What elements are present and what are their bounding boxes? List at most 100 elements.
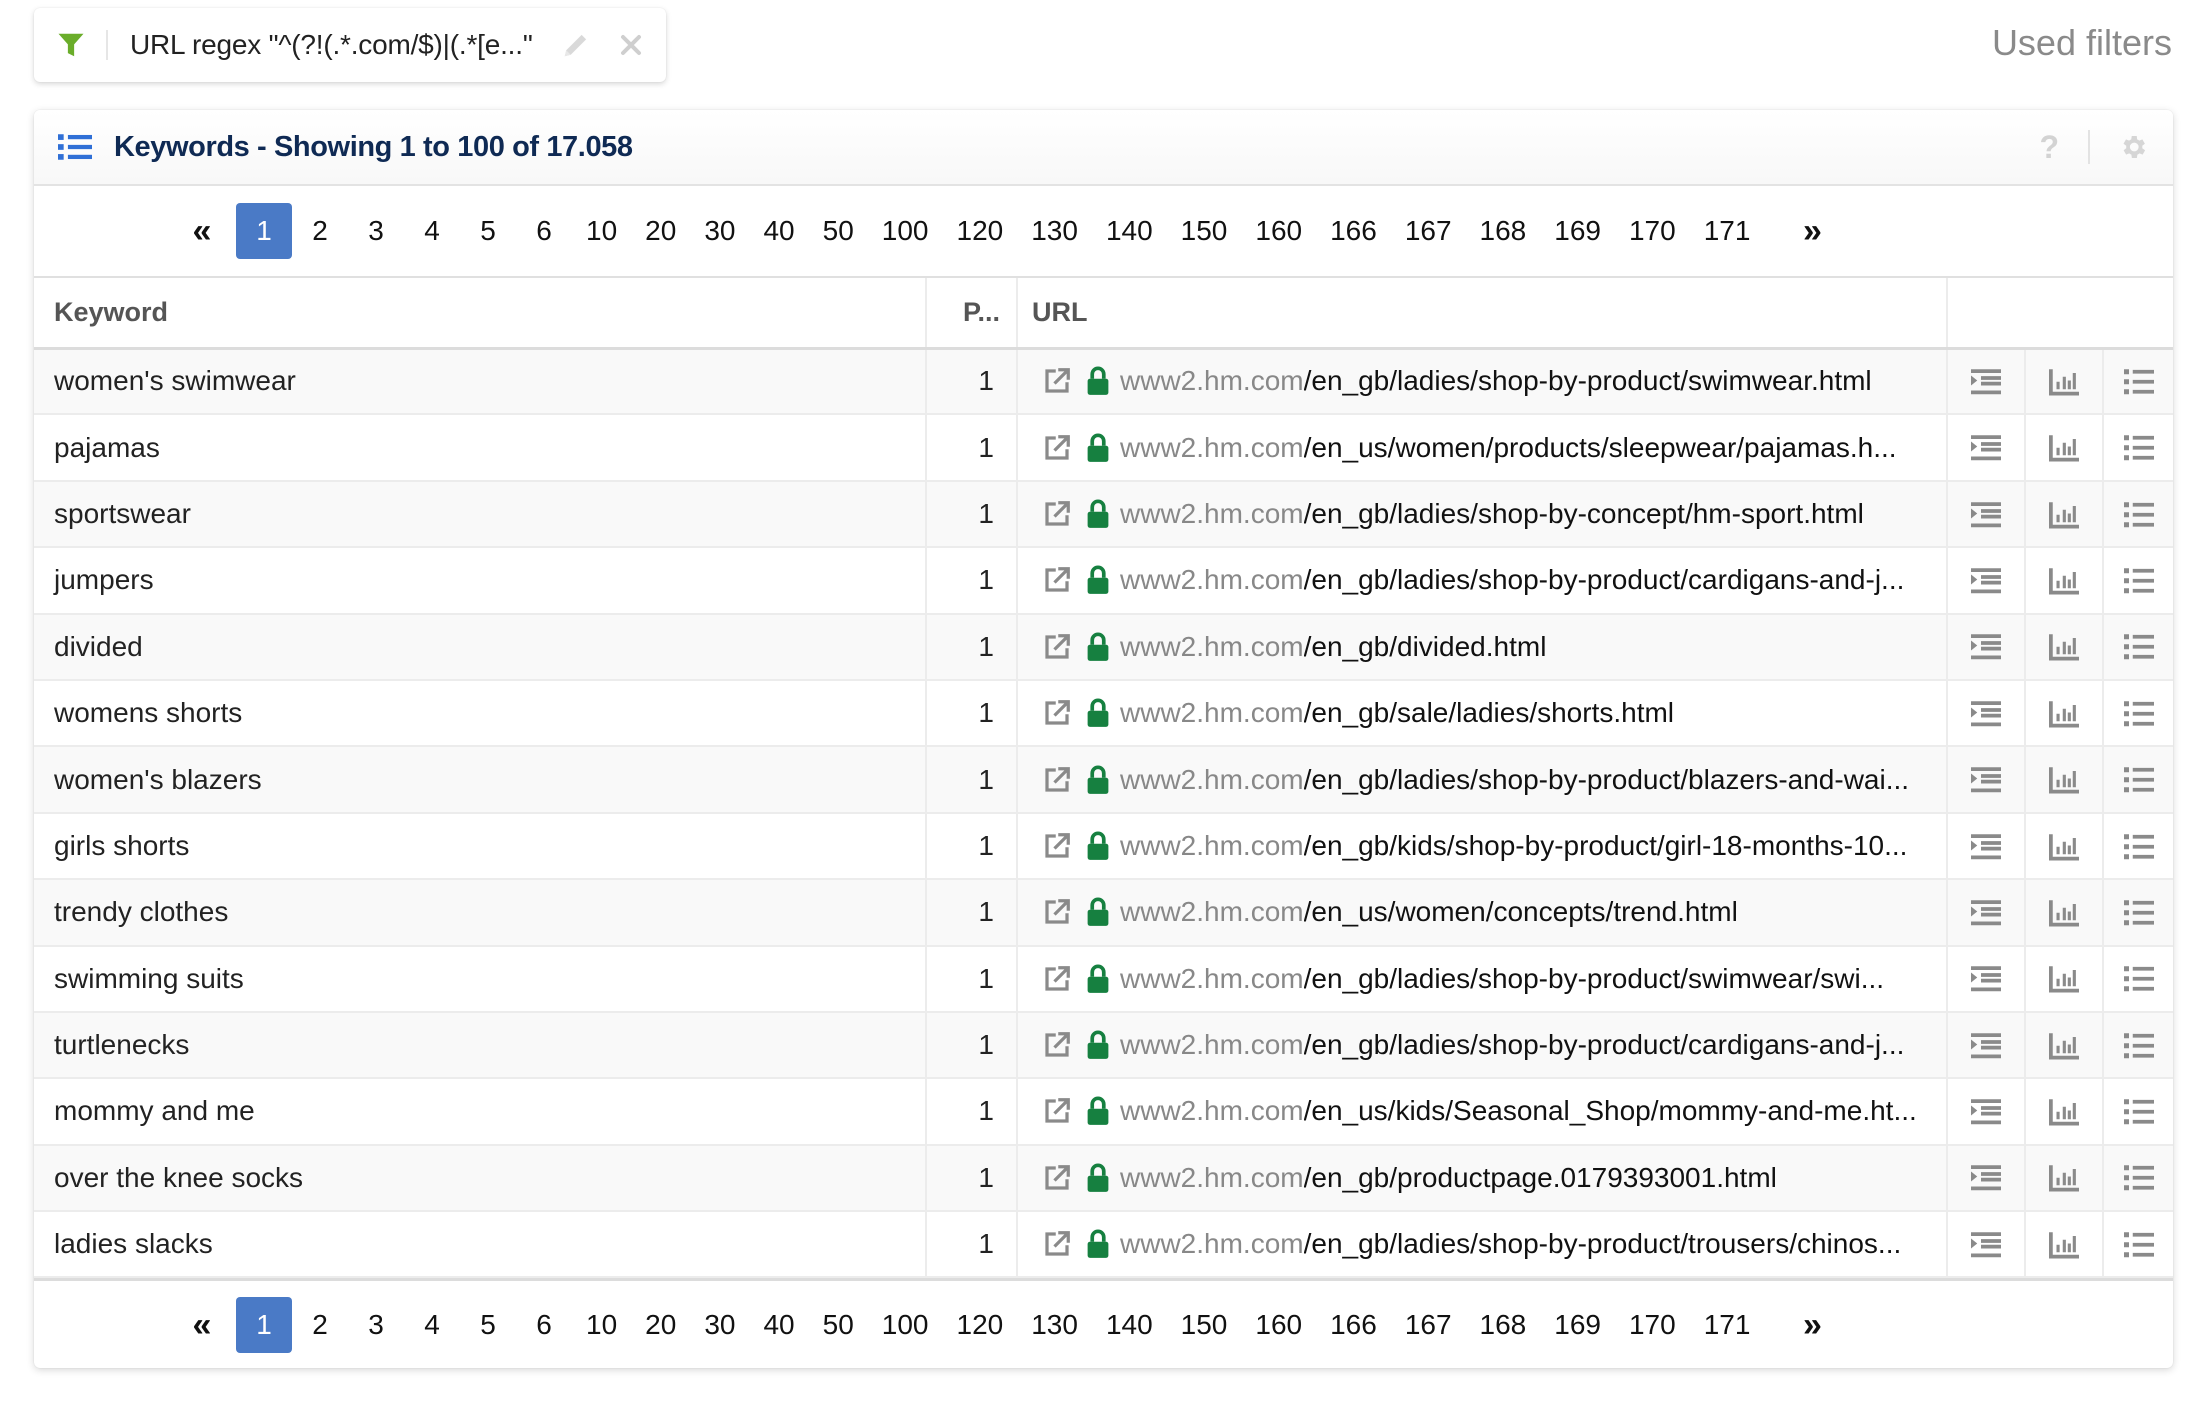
details-action-cell[interactable] bbox=[1947, 879, 2026, 947]
page-button-130[interactable]: 130 bbox=[1017, 1297, 1092, 1353]
external-link-icon[interactable] bbox=[1042, 964, 1072, 994]
url-domain[interactable]: www2.hm.com bbox=[1120, 564, 1304, 596]
list-action-cell[interactable] bbox=[2103, 1011, 2173, 1080]
chart-action-cell[interactable] bbox=[2025, 348, 2104, 416]
url-domain[interactable]: www2.hm.com bbox=[1120, 896, 1304, 928]
list-action-cell[interactable] bbox=[2103, 945, 2173, 1013]
bar-chart-icon[interactable] bbox=[2049, 833, 2079, 862]
list-action-cell[interactable] bbox=[2103, 879, 2173, 947]
url-path[interactable]: /en_us/women/concepts/trend.html bbox=[1304, 896, 1738, 928]
list-icon[interactable] bbox=[2123, 1232, 2154, 1260]
chart-action-cell[interactable] bbox=[2025, 1144, 2104, 1213]
list-icon[interactable] bbox=[2123, 701, 2154, 729]
chart-action-cell[interactable] bbox=[2025, 945, 2104, 1013]
indent-details-icon[interactable] bbox=[1971, 900, 2001, 928]
page-button-20[interactable]: 20 bbox=[631, 203, 690, 259]
bar-chart-icon[interactable] bbox=[2049, 966, 2079, 994]
table-row[interactable]: divided 1 www2.hm.com/en_gb/divided.html bbox=[34, 613, 2173, 681]
list-icon[interactable] bbox=[2123, 568, 2154, 596]
chart-action-cell[interactable] bbox=[2025, 1211, 2104, 1279]
column-header-keyword[interactable]: Keyword bbox=[34, 278, 927, 350]
indent-details-icon[interactable] bbox=[1971, 369, 2001, 397]
details-action-cell[interactable] bbox=[1947, 1211, 2026, 1279]
details-action-cell[interactable] bbox=[1947, 679, 2026, 748]
page-button-130[interactable]: 130 bbox=[1017, 203, 1092, 259]
table-row[interactable]: pajamas 1 www2.hm.com/en_us/women/products… bbox=[34, 414, 2173, 482]
page-button-120[interactable]: 120 bbox=[943, 1297, 1018, 1353]
page-button-100[interactable]: 100 bbox=[868, 203, 943, 259]
list-icon[interactable] bbox=[2123, 900, 2154, 928]
page-button-20[interactable]: 20 bbox=[631, 1297, 690, 1353]
external-link-icon[interactable] bbox=[1042, 366, 1072, 396]
page-button-140[interactable]: 140 bbox=[1092, 203, 1167, 259]
close-icon[interactable] bbox=[619, 33, 643, 57]
page-button-150[interactable]: 150 bbox=[1167, 203, 1242, 259]
external-link-icon[interactable] bbox=[1042, 1030, 1072, 1060]
list-action-cell[interactable] bbox=[2103, 1211, 2173, 1279]
bar-chart-icon[interactable] bbox=[2049, 634, 2079, 662]
table-row[interactable]: turtlenecks 1 www2.hm.com/en_gb/ladies/sho… bbox=[34, 1011, 2173, 1080]
chart-action-cell[interactable] bbox=[2025, 679, 2104, 748]
bar-chart-icon[interactable] bbox=[2049, 1099, 2079, 1127]
help-icon[interactable]: ? bbox=[2039, 129, 2059, 166]
list-action-cell[interactable] bbox=[2103, 613, 2173, 681]
last-page-button[interactable]: » bbox=[1784, 203, 1840, 259]
page-button-167[interactable]: 167 bbox=[1391, 203, 1466, 259]
bar-chart-icon[interactable] bbox=[2049, 1165, 2079, 1193]
bar-chart-icon[interactable] bbox=[2049, 435, 2079, 463]
list-action-cell[interactable] bbox=[2103, 1078, 2173, 1146]
url-path[interactable]: /en_us/kids/Seasonal_Shop/mommy-and-me.h… bbox=[1304, 1095, 1917, 1127]
table-row[interactable]: jumpers 1 www2.hm.com/en_gb/ladies/shop-by… bbox=[34, 547, 2173, 615]
page-button-171[interactable]: 171 bbox=[1690, 1297, 1765, 1353]
url-path[interactable]: /en_gb/sale/ladies/shorts.html bbox=[1304, 697, 1674, 729]
url-domain[interactable]: www2.hm.com bbox=[1120, 1162, 1304, 1194]
external-link-icon[interactable] bbox=[1042, 565, 1072, 595]
details-action-cell[interactable] bbox=[1947, 746, 2026, 814]
column-header-position[interactable]: P... bbox=[926, 278, 1018, 350]
page-button-50[interactable]: 50 bbox=[809, 203, 868, 259]
bar-chart-icon[interactable] bbox=[2049, 701, 2079, 729]
details-action-cell[interactable] bbox=[1947, 812, 2026, 881]
url-domain[interactable]: www2.hm.com bbox=[1120, 764, 1304, 796]
active-filter-chip[interactable]: URL regex "^(?!(.*.com/$)|(.*[e..." bbox=[34, 8, 666, 82]
table-row[interactable]: ladies slacks 1 www2.hm.com/en_gb/ladies/s… bbox=[34, 1211, 2173, 1279]
external-link-icon[interactable] bbox=[1042, 698, 1072, 728]
details-action-cell[interactable] bbox=[1947, 1078, 2026, 1146]
url-domain[interactable]: www2.hm.com bbox=[1120, 830, 1304, 862]
table-row[interactable]: girls shorts 1 www2.hm.com/en_gb/kids/shop… bbox=[34, 812, 2173, 881]
page-button-1[interactable]: 1 bbox=[236, 203, 292, 259]
url-domain[interactable]: www2.hm.com bbox=[1120, 1029, 1304, 1061]
indent-details-icon[interactable] bbox=[1971, 833, 2001, 862]
gear-icon[interactable] bbox=[2118, 132, 2148, 162]
url-path[interactable]: /en_gb/productpage.0179393001.html bbox=[1304, 1162, 1777, 1194]
list-icon[interactable] bbox=[2123, 1032, 2154, 1061]
table-row[interactable]: womens shorts 1 www2.hm.com/en_gb/sale/lad… bbox=[34, 679, 2173, 748]
details-action-cell[interactable] bbox=[1947, 1144, 2026, 1213]
bar-chart-icon[interactable] bbox=[2049, 900, 2079, 928]
page-button-169[interactable]: 169 bbox=[1540, 203, 1615, 259]
chart-action-cell[interactable] bbox=[2025, 812, 2104, 881]
chart-action-cell[interactable] bbox=[2025, 613, 2104, 681]
bar-chart-icon[interactable] bbox=[2049, 1032, 2079, 1061]
page-button-6[interactable]: 6 bbox=[516, 203, 572, 259]
url-domain[interactable]: www2.hm.com bbox=[1120, 631, 1304, 663]
external-link-icon[interactable] bbox=[1042, 1229, 1072, 1259]
list-icon[interactable] bbox=[2123, 1165, 2154, 1193]
list-action-cell[interactable] bbox=[2103, 414, 2173, 482]
list-icon[interactable] bbox=[2123, 501, 2154, 530]
indent-details-icon[interactable] bbox=[1971, 767, 2001, 795]
external-link-icon[interactable] bbox=[1042, 831, 1072, 861]
list-icon[interactable] bbox=[2123, 435, 2154, 463]
list-icon[interactable] bbox=[2123, 1099, 2154, 1127]
table-row[interactable]: women's swimwear 1 www2.hm.com/en_gb/ladie… bbox=[34, 348, 2173, 416]
chart-action-cell[interactable] bbox=[2025, 414, 2104, 482]
external-link-icon[interactable] bbox=[1042, 765, 1072, 795]
column-header-url[interactable]: URL bbox=[1017, 278, 1948, 350]
page-button-169[interactable]: 169 bbox=[1540, 1297, 1615, 1353]
page-button-10[interactable]: 10 bbox=[572, 203, 631, 259]
list-icon[interactable] bbox=[2123, 369, 2154, 397]
first-page-button[interactable]: « bbox=[174, 1297, 230, 1353]
page-button-150[interactable]: 150 bbox=[1167, 1297, 1242, 1353]
details-action-cell[interactable] bbox=[1947, 348, 2026, 416]
external-link-icon[interactable] bbox=[1042, 433, 1072, 463]
